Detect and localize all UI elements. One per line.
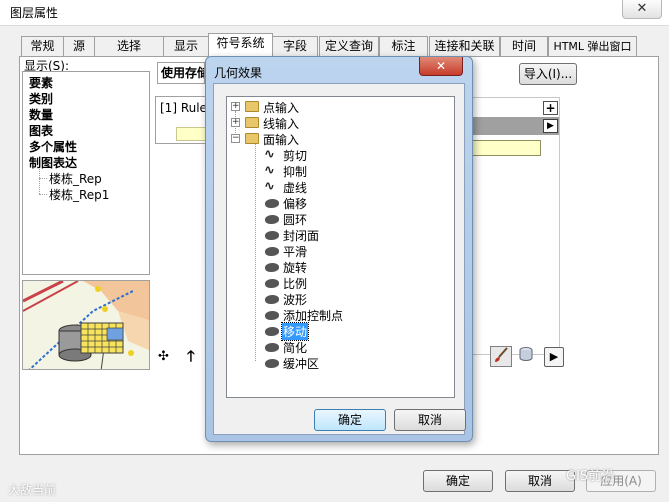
polygon-effect-icon bbox=[265, 327, 279, 336]
effects-tree: + 点输入 + 线输入 − 面输入 ∿ 剪切 ∿ 抑制 ∿ 虚线 偏移 圆环 封… bbox=[226, 96, 455, 398]
polygon-effect-icon bbox=[265, 199, 279, 208]
show-item-features[interactable]: 要素 bbox=[29, 74, 53, 91]
expand-point-input[interactable]: + bbox=[231, 102, 240, 111]
add-rule-icon[interactable]: ✣ bbox=[158, 349, 169, 364]
tree-group-point-input[interactable]: 点输入 bbox=[263, 99, 299, 116]
effect-buffer[interactable]: 缓冲区 bbox=[283, 355, 319, 372]
rule-symbol-swatch bbox=[176, 127, 208, 141]
tree-line bbox=[255, 141, 256, 361]
tab-selection[interactable]: 选择 bbox=[94, 36, 164, 56]
effect-simplify[interactable]: 简化 bbox=[283, 339, 307, 356]
symbol-layers-panel bbox=[470, 97, 560, 355]
effect-wave[interactable]: 波形 bbox=[283, 291, 307, 308]
database-icon bbox=[519, 347, 533, 361]
close-button[interactable]: ✕ bbox=[622, 0, 662, 19]
polygon-effect-icon bbox=[265, 359, 279, 368]
effect-cut[interactable]: 剪切 bbox=[283, 147, 307, 164]
tab-fields[interactable]: 字段 bbox=[272, 36, 318, 56]
representation-name-field: 使用存储 bbox=[157, 62, 205, 84]
collapse-polygon-input[interactable]: − bbox=[231, 134, 240, 143]
line-effect-icon: ∿ bbox=[264, 163, 275, 178]
dialog-title: 几何效果 bbox=[214, 66, 263, 80]
tree-group-polygon-input[interactable]: 面输入 bbox=[263, 131, 299, 148]
close-icon: ✕ bbox=[435, 59, 447, 73]
tab-definition-query[interactable]: 定义查询 bbox=[319, 36, 379, 56]
tab-symbology[interactable]: 符号系统 bbox=[208, 33, 273, 57]
line-effect-icon: ∿ bbox=[264, 147, 275, 162]
tree-group-line-input[interactable]: 线输入 bbox=[263, 115, 299, 132]
cancel-button[interactable]: 取消 bbox=[505, 470, 575, 492]
polygon-effect-icon bbox=[265, 343, 279, 352]
close-icon: ✕ bbox=[636, 1, 648, 16]
effect-scale[interactable]: 比例 bbox=[283, 275, 307, 292]
polygon-effect-icon bbox=[265, 231, 279, 240]
folder-icon bbox=[245, 117, 259, 128]
polygon-effect-icon bbox=[265, 279, 279, 288]
watermark-left: 大敌当前 bbox=[8, 483, 57, 497]
effect-suppress[interactable]: 抑制 bbox=[283, 163, 307, 180]
map-preview-image bbox=[22, 280, 150, 370]
show-item-representations[interactable]: 制图表达 bbox=[29, 154, 77, 171]
show-item-rep1[interactable]: 楼栋_Rep1 bbox=[49, 186, 109, 203]
tab-html-popup[interactable]: HTML 弹出窗口 bbox=[548, 36, 637, 56]
polygon-effect-icon bbox=[265, 263, 279, 272]
import-button[interactable]: 导入(I)... bbox=[519, 63, 577, 85]
effect-move[interactable]: 移动 bbox=[280, 322, 310, 341]
tab-display[interactable]: 显示 bbox=[163, 36, 209, 56]
paintbrush-button[interactable] bbox=[490, 346, 512, 367]
show-item-quantities[interactable]: 数量 bbox=[29, 106, 53, 123]
polygon-effect-icon bbox=[265, 247, 279, 256]
show-item-rep[interactable]: 楼栋_Rep bbox=[49, 170, 102, 187]
effect-dashes[interactable]: 虚线 bbox=[283, 179, 307, 196]
dialog-cancel-button[interactable]: 取消 bbox=[394, 409, 466, 431]
preview-map-graphic bbox=[23, 281, 149, 369]
tree-line bbox=[39, 194, 47, 195]
polygon-effect-icon bbox=[265, 311, 279, 320]
fill-color-swatch[interactable] bbox=[471, 140, 541, 156]
expand-layer-button[interactable]: ▶ bbox=[543, 119, 558, 133]
dialog-body: + 点输入 + 线输入 − 面输入 ∿ 剪切 ∿ 抑制 ∿ 虚线 偏移 圆环 封… bbox=[213, 83, 466, 435]
effect-rotate[interactable]: 旋转 bbox=[283, 259, 307, 276]
effect-offset[interactable]: 偏移 bbox=[283, 195, 307, 212]
geometric-effects-dialog: 几何效果 ✕ + 点输入 + 线输入 − 面输入 ∿ 剪切 ∿ 抑制 ∿ 虚线 … bbox=[205, 56, 473, 442]
tree-line bbox=[39, 178, 47, 179]
paintbrush-icon bbox=[495, 347, 508, 362]
tab-time[interactable]: 时间 bbox=[500, 36, 548, 56]
expand-line-input[interactable]: + bbox=[231, 118, 240, 127]
tab-labels[interactable]: 标注 bbox=[379, 36, 428, 56]
folder-icon bbox=[245, 101, 259, 112]
dialog-ok-button[interactable]: 确定 bbox=[314, 409, 386, 431]
show-tree: 要素 类别 数量 图表 多个属性 制图表达 楼栋_Rep 楼栋_Rep1 bbox=[22, 71, 150, 275]
tab-joins-relates[interactable]: 连接和关联 bbox=[429, 36, 500, 56]
effect-enclosing-polygon[interactable]: 封闭面 bbox=[283, 227, 319, 244]
ok-button[interactable]: 确定 bbox=[423, 470, 493, 492]
watermark-right: GIS前沿 bbox=[566, 469, 615, 484]
add-layer-button[interactable]: + bbox=[543, 101, 558, 115]
tree-line bbox=[39, 169, 40, 194]
next-button[interactable]: ▶ bbox=[544, 347, 564, 367]
polygon-effect-icon bbox=[265, 215, 279, 224]
line-effect-icon: ∿ bbox=[264, 179, 275, 194]
database-button[interactable] bbox=[515, 346, 537, 367]
tab-source[interactable]: 源 bbox=[63, 36, 95, 56]
effect-donut[interactable]: 圆环 bbox=[283, 211, 307, 228]
dialog-close-button[interactable]: ✕ bbox=[419, 57, 463, 76]
title-bar: 图层属性 ✕ bbox=[0, 0, 669, 26]
show-item-charts[interactable]: 图表 bbox=[29, 122, 53, 139]
tab-general[interactable]: 常规 bbox=[21, 36, 64, 56]
polygon-effect-icon bbox=[265, 295, 279, 304]
show-item-multiple-attributes[interactable]: 多个属性 bbox=[29, 138, 77, 155]
folder-open-icon bbox=[245, 133, 259, 144]
rule-list[interactable]: [1] Rule_ bbox=[155, 96, 213, 144]
effect-smooth[interactable]: 平滑 bbox=[283, 243, 307, 260]
show-item-categories[interactable]: 类别 bbox=[29, 90, 53, 107]
move-up-icon[interactable]: 🡑 bbox=[187, 346, 195, 371]
window-title: 图层属性 bbox=[10, 6, 59, 20]
effect-add-control-points[interactable]: 添加控制点 bbox=[283, 307, 343, 324]
